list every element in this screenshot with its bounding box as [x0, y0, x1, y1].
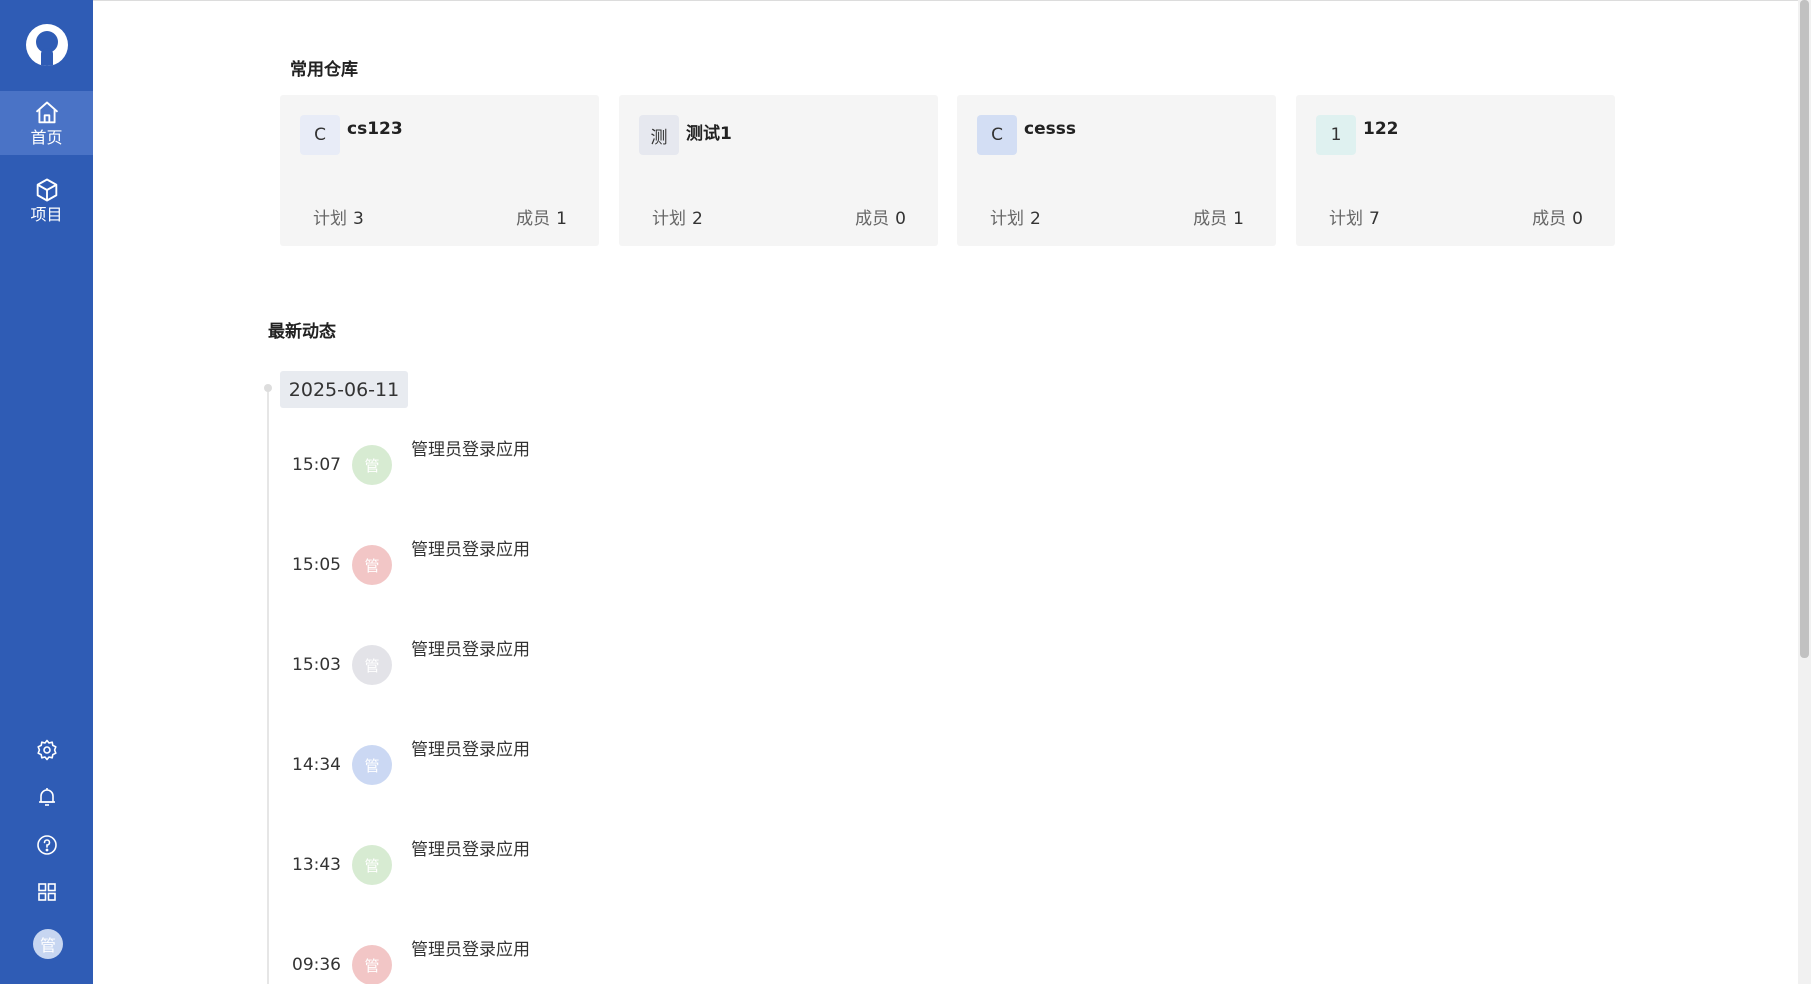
- plan-label: 计划: [1329, 209, 1363, 229]
- activity-avatar: 管: [352, 945, 392, 984]
- repo-name: 测试1: [686, 124, 732, 144]
- repo-name: cesss: [1024, 119, 1076, 139]
- logo-icon: [25, 24, 68, 66]
- timeline-dot: [264, 384, 272, 392]
- help-button[interactable]: [30, 828, 64, 862]
- nav-label-home: 首页: [30, 127, 63, 147]
- activity-item: 14:34 管 管理员登录应用: [292, 727, 892, 787]
- repo-badge: 测: [639, 115, 679, 155]
- repo-plan-count: 计划 2: [990, 204, 1041, 229]
- plan-label: 计划: [990, 209, 1024, 229]
- activity-avatar: 管: [352, 845, 392, 885]
- section-title-repos: 常用仓库: [290, 60, 358, 80]
- activity-text: 管理员登录应用: [411, 840, 530, 860]
- settings-icon: [37, 739, 57, 761]
- plan-value: 2: [692, 209, 703, 229]
- activity-time: 15:07: [292, 455, 341, 475]
- activity-time: 09:36: [292, 955, 341, 975]
- repo-member-count: 成员 0: [1532, 204, 1583, 229]
- member-value: 0: [895, 209, 906, 229]
- repo-card[interactable]: 测 测试1 计划 2 成员 0: [619, 95, 938, 246]
- member-label: 成员: [855, 209, 890, 229]
- nav-label-project: 项目: [30, 204, 63, 224]
- repo-badge: C: [977, 115, 1017, 155]
- member-label: 成员: [1532, 209, 1567, 229]
- activity-item: 09:36 管 管理员登录应用: [292, 927, 892, 984]
- activity-text: 管理员登录应用: [411, 740, 530, 760]
- nav-item-project[interactable]: 项目: [0, 168, 93, 232]
- activity-time: 15:05: [292, 555, 341, 575]
- settings-button[interactable]: [30, 733, 64, 767]
- activity-text: 管理员登录应用: [411, 540, 530, 560]
- app-logo[interactable]: [0, 0, 93, 90]
- help-icon: [37, 835, 57, 855]
- repo-card[interactable]: C cs123 计划 3 成员 1: [280, 95, 599, 246]
- activity-avatar: 管: [352, 745, 392, 785]
- repo-badge: C: [300, 115, 340, 155]
- nav-item-home[interactable]: 首页: [0, 91, 93, 155]
- activity-text: 管理员登录应用: [411, 440, 530, 460]
- repo-name: 122: [1363, 119, 1399, 139]
- activity-item: 13:43 管 管理员登录应用: [292, 827, 892, 887]
- repo-card[interactable]: 1 122 计划 7 成员 0: [1296, 95, 1615, 246]
- member-value: 1: [556, 209, 567, 229]
- activity-text: 管理员登录应用: [411, 940, 530, 960]
- timeline-line: [267, 389, 269, 984]
- member-value: 0: [1572, 209, 1583, 229]
- plan-label: 计划: [313, 209, 347, 229]
- activity-avatar: 管: [352, 445, 392, 485]
- repo-name: cs123: [347, 119, 403, 139]
- activity-item: 15:07 管 管理员登录应用: [292, 427, 892, 487]
- member-value: 1: [1233, 209, 1244, 229]
- plan-value: 3: [353, 209, 364, 229]
- apps-grid-icon: [38, 883, 56, 901]
- activity-time: 14:34: [292, 755, 341, 775]
- plan-value: 7: [1369, 209, 1380, 229]
- repo-badge: 1: [1316, 115, 1356, 155]
- bell-icon: [39, 788, 55, 806]
- activity-text: 管理员登录应用: [411, 640, 530, 660]
- activity-time: 13:43: [292, 855, 341, 875]
- activity-avatar: 管: [352, 545, 392, 585]
- repo-member-count: 成员 1: [516, 204, 567, 229]
- repo-plan-count: 计划 2: [652, 204, 703, 229]
- member-label: 成员: [1193, 209, 1228, 229]
- repo-member-count: 成员 1: [1193, 204, 1244, 229]
- plan-label: 计划: [652, 209, 686, 229]
- section-title-activity: 最新动态: [268, 322, 336, 342]
- repo-member-count: 成员 0: [855, 204, 906, 229]
- scrollbar-thumb[interactable]: [1800, 0, 1809, 658]
- repo-plan-count: 计划 7: [1329, 204, 1380, 229]
- repo-plan-count: 计划 3: [313, 204, 364, 229]
- home-icon: [35, 101, 58, 123]
- member-label: 成员: [516, 209, 551, 229]
- activity-avatar: 管: [352, 645, 392, 685]
- activity-item: 15:03 管 管理员登录应用: [292, 627, 892, 687]
- activity-time: 15:03: [292, 655, 341, 675]
- apps-button[interactable]: [30, 875, 64, 909]
- user-avatar[interactable]: 管: [33, 929, 63, 959]
- main-content: 常用仓库 C cs123 计划 3 成员 1 测 测试1 计划 2 成员 0 C ces…: [93, 1, 1798, 984]
- notifications-button[interactable]: [30, 780, 64, 814]
- date-tag: 2025-06-11: [280, 371, 408, 408]
- activity-item: 15:05 管 管理员登录应用: [292, 527, 892, 587]
- repo-card[interactable]: C cesss 计划 2 成员 1: [957, 95, 1276, 246]
- sidebar: 首页 项目 管: [0, 0, 93, 984]
- plan-value: 2: [1030, 209, 1041, 229]
- cube-icon: [36, 178, 57, 201]
